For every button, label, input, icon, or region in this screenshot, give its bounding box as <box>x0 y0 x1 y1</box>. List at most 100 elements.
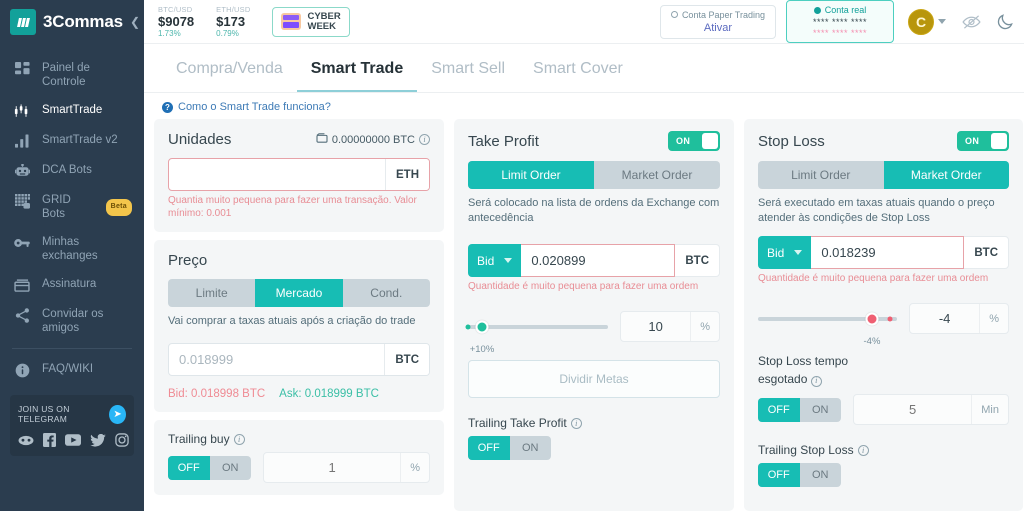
sidebar-item-minhas-exchanges[interactable]: Minhas exchanges <box>0 228 144 270</box>
info-circle-icon[interactable]: i <box>570 417 582 429</box>
stop-loss-percent-row: -4% % <box>758 303 1009 347</box>
trailing-buy-on-option[interactable]: ON <box>210 456 252 480</box>
take-profit-percent-input[interactable] <box>621 312 691 341</box>
stop-loss-slider-track[interactable]: -4% <box>758 312 897 347</box>
trailing-take-profit-on-option[interactable]: ON <box>510 436 552 460</box>
tab-compra-venda[interactable]: Compra/Venda <box>162 44 297 92</box>
stop-loss-percent-field[interactable]: % <box>909 303 1009 334</box>
cyber-week-label: CYBER WEEK <box>307 11 340 32</box>
eye-off-icon[interactable] <box>962 14 981 30</box>
take-profit-enable-toggle[interactable]: ON <box>668 131 720 151</box>
stop-loss-slider[interactable]: -4% <box>758 306 897 347</box>
units-card-header: Unidades 0.00000000 BTC i <box>168 131 430 148</box>
info-circle-icon[interactable]: i <box>810 375 822 387</box>
real-account-header: Conta real <box>797 5 883 15</box>
take-profit-hint: Será colocado na lista de ordens da Exch… <box>468 197 720 224</box>
facebook-icon[interactable] <box>43 433 56 447</box>
stop-loss-timeout-field[interactable]: Min <box>853 394 1009 425</box>
trailing-buy-percent-input[interactable] <box>264 453 401 482</box>
stop-loss-price-row: Bid 0.018239 BTC <box>758 236 1009 269</box>
units-balance-value: 0.00000000 BTC <box>331 133 415 146</box>
tab-smart-cover[interactable]: Smart Cover <box>519 44 637 92</box>
trailing-buy-off-option[interactable]: OFF <box>168 455 210 480</box>
sidebar-item-grid-bots[interactable]: GRID Bots Beta <box>0 186 144 228</box>
price-ask[interactable]: Ask: 0.018999 BTC <box>279 388 379 400</box>
info-circle-icon[interactable]: i <box>233 433 245 445</box>
stop-loss-value[interactable]: 0.018239 <box>811 236 965 269</box>
stop-loss-timeout-controls: OFF ON Min <box>758 394 1009 425</box>
sidebar-item-assinatura[interactable]: Assinatura <box>0 270 144 300</box>
telegram-icon[interactable]: ➤ <box>109 404 126 424</box>
sidebar-item-smarttrade-v2[interactable]: SmartTrade v2 <box>0 126 144 156</box>
trailing-stop-loss-on-option[interactable]: ON <box>800 463 842 487</box>
units-input-field[interactable]: ETH <box>168 158 430 191</box>
avatar: C <box>908 8 934 35</box>
sidebar-item-label: SmartTrade <box>42 104 103 116</box>
user-menu[interactable]: C <box>908 8 946 35</box>
stop-loss-market-order[interactable]: Market Order <box>883 161 1009 189</box>
stop-loss-timeout-on-option[interactable]: ON <box>800 398 842 422</box>
price-mode-mercado[interactable]: Mercado <box>255 279 343 307</box>
stop-loss-slider-thumb[interactable] <box>865 312 879 325</box>
trailing-buy-card: Trailing buy i OFF ON % <box>154 420 444 495</box>
chevron-down-icon[interactable] <box>938 19 946 24</box>
paper-trading-account-card[interactable]: Conta Paper Trading Ativar <box>659 4 776 39</box>
stop-loss-percent-input[interactable] <box>910 304 980 333</box>
how-it-works-link[interactable]: ? Como o Smart Trade funciona? <box>144 93 1024 119</box>
trailing-buy-controls: OFF ON % <box>168 452 430 483</box>
take-profit-percent-field[interactable]: % <box>620 311 720 342</box>
discord-icon[interactable] <box>18 434 34 447</box>
stop-loss-timeout-off-option[interactable]: OFF <box>758 397 800 422</box>
real-account-card[interactable]: Conta real **** **** **** **** **** **** <box>786 0 894 43</box>
take-profit-slider-track[interactable]: +10% <box>465 320 608 355</box>
sidebar-item-dca-bots[interactable]: DCA Bots <box>0 156 144 186</box>
units-input[interactable] <box>169 159 385 190</box>
twitter-icon[interactable] <box>90 433 106 447</box>
telegram-row[interactable]: JOIN US ON TELEGRAM ➤ <box>18 404 126 424</box>
info-circle-icon[interactable]: i <box>857 444 869 456</box>
sidebar-divider <box>12 348 132 349</box>
price-mode-cond[interactable]: Cond. <box>343 279 430 307</box>
key-icon <box>12 235 32 251</box>
price-input[interactable] <box>169 344 385 375</box>
social-links <box>18 433 129 447</box>
instagram-icon[interactable] <box>115 433 129 447</box>
brand[interactable]: 3Commas ❮ <box>0 0 144 44</box>
youtube-icon[interactable] <box>65 434 81 446</box>
take-profit-value[interactable]: 0.020899 <box>521 244 676 277</box>
stop-loss-enable-toggle[interactable]: ON <box>957 131 1009 151</box>
toggle-knob <box>702 133 718 149</box>
take-profit-slider[interactable]: +10% <box>465 314 608 355</box>
take-profit-source-select[interactable]: Bid <box>468 244 522 277</box>
sidebar-item-smarttrade[interactable]: SmartTrade <box>0 96 144 126</box>
price-bid[interactable]: Bid: 0.018998 BTC <box>168 388 265 400</box>
tab-smart-trade[interactable]: Smart Trade <box>296 44 418 92</box>
split-targets-button[interactable]: Dividir Metas <box>468 360 720 398</box>
stop-loss-limit-order[interactable]: Limit Order <box>758 161 884 189</box>
cyber-week-line2: WEEK <box>307 20 336 32</box>
chevron-left-icon[interactable]: ❮ <box>130 15 140 29</box>
sidebar-item-convidar-os-amigos[interactable]: Convidar os amigos <box>0 300 144 342</box>
price-mode-limite[interactable]: Limite <box>168 279 255 307</box>
paper-account-activate-link[interactable]: Ativar <box>671 22 765 34</box>
topbar: BTC/USD $9078 1.73% ETH/USD $173 0.79% C… <box>144 0 1024 44</box>
info-circle-icon[interactable]: i <box>419 134 430 145</box>
stop-loss-timeout-input[interactable] <box>854 395 972 424</box>
trailing-take-profit-off-option[interactable]: OFF <box>468 436 510 460</box>
paper-account-label: Conta Paper Trading <box>681 9 765 20</box>
moon-icon[interactable] <box>997 13 1014 30</box>
cyber-week-promo-button[interactable]: CYBER WEEK <box>272 6 350 37</box>
sidebar-item-faq-wiki[interactable]: FAQ/WIKI <box>0 355 144 385</box>
trailing-buy-percent-field[interactable]: % <box>263 452 430 483</box>
sidebar-nav: Painel de Controle SmartTrade SmartTrade… <box>0 44 144 385</box>
take-profit-slider-thumb[interactable] <box>475 320 489 333</box>
sidebar-item-painel-de-controle[interactable]: Painel de Controle <box>0 54 144 96</box>
price-input-field[interactable]: BTC <box>168 343 430 376</box>
stop-loss-source-select[interactable]: Bid <box>758 236 812 269</box>
take-profit-limit-order[interactable]: Limit Order <box>468 161 594 189</box>
bar-chart-icon <box>12 133 32 149</box>
take-profit-market-order[interactable]: Market Order <box>594 161 720 189</box>
trailing-stop-loss-off-option[interactable]: OFF <box>758 463 800 487</box>
wallet-icon <box>316 133 328 146</box>
tab-smart-sell[interactable]: Smart Sell <box>417 44 519 92</box>
